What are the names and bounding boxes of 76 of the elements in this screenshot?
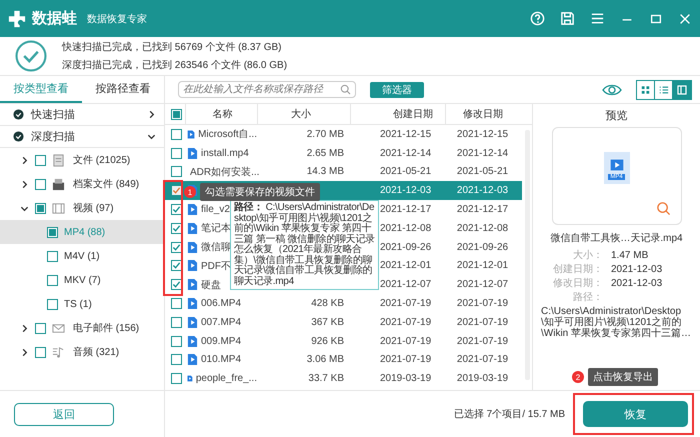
callout-label: 点击恢复导出 xyxy=(588,368,658,386)
created-date: 2021-12-07 xyxy=(380,279,432,290)
path-tooltip: 路径： C:\Users\Administrator\Desktop\知乎可用图片\视频\1201之前的\Wikin 苹果恢复专家 第四十三篇 第一稿 微信删除的聊天记录怎么恢复（2021年最新攻略合集）\微信自带工具恢复删除的聊天记录\微信自带工具恢复删除的聊天记录.mp4 xyxy=(230,200,379,290)
file-name: 硬盘 xyxy=(201,278,221,292)
field-value: 2021-12-03 xyxy=(611,278,662,288)
tree-label: M4V (1) xyxy=(64,250,100,262)
file-name: PDF不 xyxy=(201,260,231,273)
created-date: 2021-07-19 xyxy=(380,354,432,366)
modified-date: 2021-07-19 xyxy=(456,336,508,347)
tree-label: MP4 (88) xyxy=(64,226,106,238)
file-name: 微信自带工具恢…天记录.mp4 xyxy=(550,232,683,245)
step-badge: 2 xyxy=(572,371,584,383)
file-size: 428 KB xyxy=(311,298,344,310)
field-label: 修改日期： xyxy=(552,276,603,290)
file-name: 010.MP4 xyxy=(201,354,242,366)
callout-label: 勾选需要保存的视频文件 xyxy=(200,183,320,201)
tree-label: 文件 (21025) xyxy=(73,154,130,167)
file-path: C:\Users\Administrator\Desktop\知乎可用图片\视频\1201之前的\Wikin 苹果恢复专家第四十三篇… xyxy=(541,306,692,339)
file-size: 3.06 MB xyxy=(306,354,344,366)
field-value: 1.47 MB xyxy=(611,250,648,260)
modified-date: 2021-12-03 xyxy=(456,185,508,196)
file-size: 14.3 MB xyxy=(306,166,344,178)
modified-date: 2021-07-19 xyxy=(456,316,508,328)
file-name: file_v2 xyxy=(201,204,230,216)
tree-label: MKV (7) xyxy=(64,274,101,286)
field-label: 路径： xyxy=(572,291,603,304)
field-label: 创建日期： xyxy=(552,262,603,276)
modified-date: 2021-05-21 xyxy=(456,166,508,178)
modified-date: 2021-12-07 xyxy=(456,279,508,290)
created-date: 2021-07-19 xyxy=(380,316,432,328)
file-name: 006.MP4 xyxy=(201,298,242,310)
selection-status: 已选择 7个项目/ 15.7 MB xyxy=(454,408,565,421)
file-size: 2.65 MB xyxy=(306,148,344,159)
file-name: install.mp4 xyxy=(201,148,249,159)
tree-label: TS (1) xyxy=(64,298,92,310)
scan-summary-text: 快速扫描已完成，已找到 56769 个文件 (8.37 GB) xyxy=(62,40,282,54)
created-date: 2021-07-19 xyxy=(380,298,432,310)
file-size: 367 KB xyxy=(311,316,344,328)
modified-date: 2021-12-17 xyxy=(456,204,508,216)
modified-date: 2021-07-19 xyxy=(456,298,508,310)
modified-date: 2021-07-19 xyxy=(456,354,508,366)
created-date: 2021-12-03 xyxy=(380,185,432,196)
file-name: people_fre_... xyxy=(196,373,257,384)
created-date: 2021-12-01 xyxy=(380,260,432,272)
file-name: 009.MP4 xyxy=(201,336,242,347)
scan-summary-text: 深度扫描已完成，已找到 263546 个文件 (86.0 GB) xyxy=(62,58,288,72)
created-date: 2021-12-15 xyxy=(380,128,432,140)
file-size: 926 KB xyxy=(311,336,344,347)
file-name: 007.MP4 xyxy=(201,316,242,328)
field-label: 大小： xyxy=(572,248,603,262)
created-date: 2021-12-14 xyxy=(380,148,432,159)
file-size: 33.7 KB xyxy=(308,373,344,384)
modified-date: 2021-12-08 xyxy=(456,222,508,234)
app-name: 数据蛙 xyxy=(32,9,77,28)
tree-label: 电子邮件 (156) xyxy=(73,322,140,335)
modified-date: 2021-09-26 xyxy=(456,242,508,253)
created-date: 2021-07-19 xyxy=(380,336,432,347)
created-date: 2021-09-26 xyxy=(380,242,432,253)
modified-date: 2021-12-01 xyxy=(456,260,508,272)
tree-label: 视频 (97) xyxy=(73,202,114,215)
file-size: 2.70 MB xyxy=(306,128,344,140)
created-date: 2021-05-21 xyxy=(380,166,432,178)
created-date: 2021-12-08 xyxy=(380,222,432,234)
tree-label: 音频 (321) xyxy=(73,346,120,359)
tree-label: 档案文件 (849) xyxy=(73,178,140,191)
created-date: 2021-12-17 xyxy=(380,204,432,216)
modified-date: 2019-03-19 xyxy=(456,373,508,384)
preview-title: 预览 xyxy=(606,109,628,123)
file-name: Microsoft自... xyxy=(198,128,257,142)
created-date: 2019-03-19 xyxy=(380,373,432,384)
modified-date: 2021-12-14 xyxy=(456,148,508,159)
app-subtitle: 数据恢复专家 xyxy=(87,12,147,26)
modified-date: 2021-12-15 xyxy=(456,128,508,140)
field-value: 2021-12-03 xyxy=(611,264,662,274)
file-name: 笔记本 xyxy=(201,222,231,236)
file-name: ADR如何安装... xyxy=(190,166,260,179)
